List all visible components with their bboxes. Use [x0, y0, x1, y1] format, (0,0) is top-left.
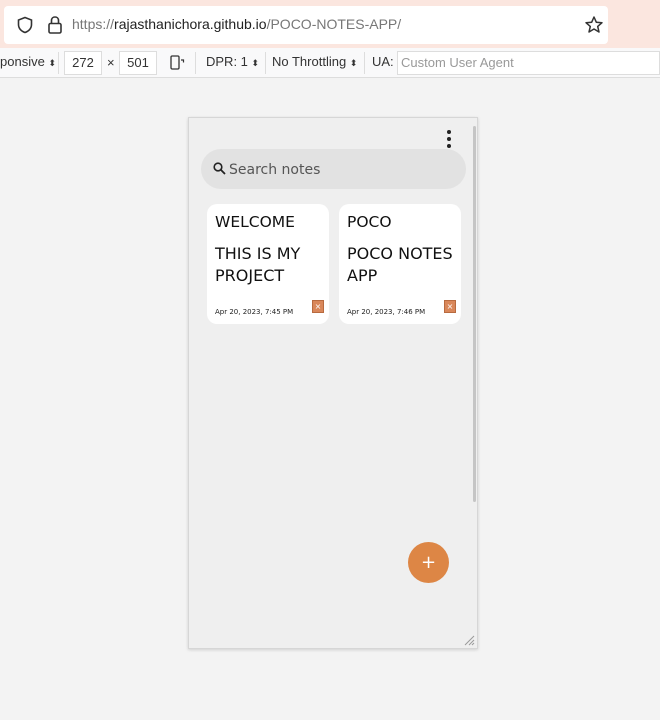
device-select-label: ponsive [0, 54, 45, 69]
note-card[interactable]: WELCOME THIS IS MY PROJECT Apr 20, 2023,… [207, 204, 329, 324]
updown-icon: ⬍ [48, 58, 56, 68]
shield-icon[interactable] [16, 16, 34, 34]
note-body: POCO NOTES APP [347, 244, 453, 285]
dimension-separator: × [107, 55, 115, 70]
note-title: WELCOME [215, 213, 295, 231]
updown-icon: ⬍ [349, 58, 358, 68]
browser-toolbar: https://rajasthanichora.github.io/POCO-N… [0, 0, 660, 48]
bookmark-star-icon[interactable] [584, 15, 604, 35]
url-bar[interactable]: https://rajasthanichora.github.io/POCO-N… [4, 6, 608, 44]
search-icon [213, 162, 226, 175]
url-text[interactable]: https://rajasthanichora.github.io/POCO-N… [72, 16, 401, 32]
note-title: POCO [347, 213, 392, 231]
device-viewport: WELCOME THIS IS MY PROJECT Apr 20, 2023,… [188, 117, 478, 649]
user-agent-input[interactable]: Custom User Agent [397, 51, 660, 75]
search-bar[interactable] [201, 149, 466, 189]
throttling-label: No Throttling [272, 54, 347, 69]
divider [58, 52, 59, 74]
device-select[interactable]: ponsive ⬍ [0, 54, 56, 69]
rotate-device-icon[interactable] [169, 55, 185, 71]
note-date: Apr 20, 2023, 7:46 PM [347, 308, 426, 316]
note-body: THIS IS MY PROJECT [215, 244, 301, 285]
dpr-label: DPR: 1 [206, 54, 248, 69]
url-path: /POCO-NOTES-APP/ [266, 16, 402, 32]
divider [195, 52, 196, 74]
delete-note-icon[interactable]: × [444, 300, 456, 313]
throttling-select[interactable]: No Throttling ⬍ [272, 54, 357, 69]
lock-icon[interactable] [46, 15, 64, 35]
updown-icon: ⬍ [251, 58, 260, 68]
note-date: Apr 20, 2023, 7:45 PM [215, 308, 294, 316]
dpr-select[interactable]: DPR: 1 ⬍ [206, 54, 259, 69]
divider [265, 52, 266, 74]
vertical-scrollbar[interactable] [473, 126, 476, 502]
divider [364, 52, 365, 74]
responsive-toolbar: ponsive ⬍ 272 × 501 DPR: 1 ⬍ No Throttli… [0, 48, 660, 78]
width-input[interactable]: 272 [64, 51, 102, 75]
url-scheme: https:// [72, 16, 115, 32]
note-card[interactable]: POCO POCO NOTES APP Apr 20, 2023, 7:46 P… [339, 204, 461, 324]
resize-handle-icon[interactable] [463, 634, 475, 646]
delete-note-icon[interactable]: × [312, 300, 324, 313]
ua-label: UA: [372, 54, 394, 69]
url-host: rajasthanichora.github.io [114, 16, 267, 32]
height-input[interactable]: 501 [119, 51, 157, 75]
add-note-button[interactable]: + [408, 542, 449, 583]
search-input[interactable] [229, 159, 449, 181]
